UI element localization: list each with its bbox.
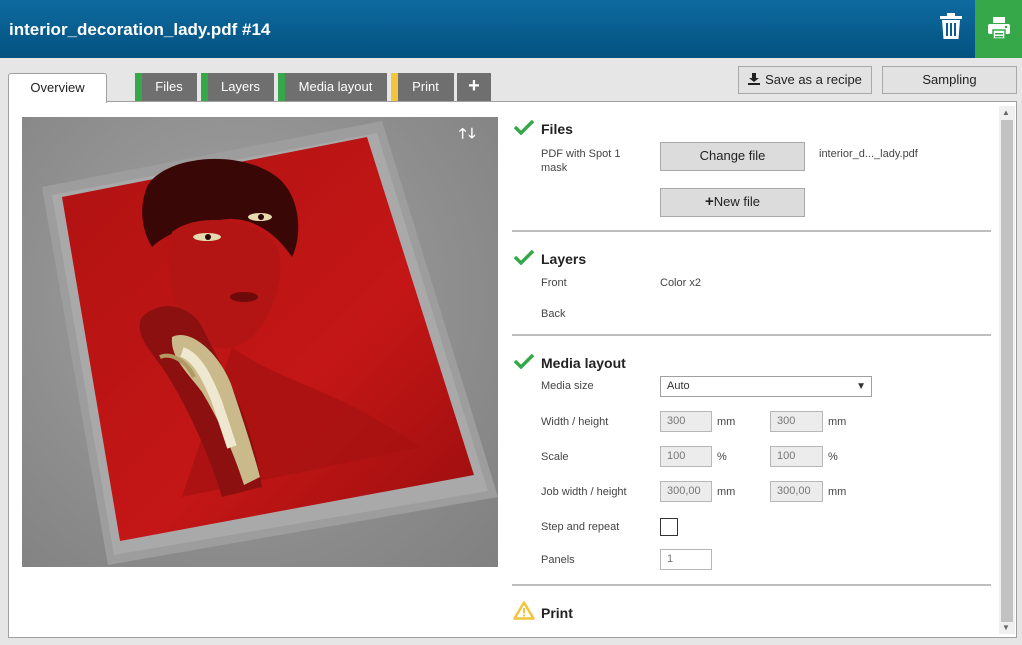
width-height-label: Width / height [541,416,609,428]
divider [512,230,991,232]
file-name: interior_d..._lady.pdf [819,148,918,160]
files-section-title: Files [541,121,573,137]
print-section-title: Print [541,605,573,621]
panels-field[interactable]: 1 [660,549,712,570]
printer-icon [988,17,1010,40]
check-icon [514,249,534,265]
step-repeat-label: Step and repeat [541,521,620,533]
plus-icon: + [468,75,480,97]
scale-x-field[interactable]: 100 [660,446,712,467]
print-preview [22,117,498,567]
job-height-field[interactable]: 300,00 [770,481,823,502]
new-file-label: New file [713,194,760,209]
trash-icon[interactable] [939,12,967,42]
scroll-down-icon[interactable]: ▼ [1002,623,1010,632]
status-stripe [135,73,142,101]
tab-files[interactable]: Files [135,73,197,101]
tab-label: Layers [220,79,261,94]
tab-overview[interactable]: Overview [8,73,107,103]
tab-print[interactable]: Print [391,73,454,101]
back-label: Back [541,308,566,320]
media-size-select[interactable]: Auto ▼ [660,376,872,397]
plus-icon: + [704,193,714,210]
save-recipe-button[interactable]: Save as a recipe [738,66,872,94]
panels-label: Panels [541,554,575,566]
media-layout-section-title: Media layout [541,355,626,371]
check-icon [514,353,534,369]
pdf-label: PDF with Spot 1 mask [541,148,621,174]
title-bar: interior_decoration_lady.pdf #14 [0,0,1022,58]
front-label: Front [541,277,567,289]
unit-percent: % [828,451,838,463]
job-width-height-label: Job width / height [541,486,627,498]
tab-media-layout[interactable]: Media layout [278,73,387,101]
layers-section-title: Layers [541,251,587,267]
preview-image [42,121,498,565]
new-file-button[interactable]: +New file [660,188,805,217]
unit-mm: mm [828,486,847,498]
change-file-button[interactable]: Change file [660,142,805,171]
job-title: interior_decoration_lady.pdf #14 [9,20,271,39]
status-stripe [278,73,285,101]
unit-mm: mm [828,416,847,428]
tab-label: Media layout [298,79,373,94]
add-tab-button[interactable]: + [457,73,491,101]
unit-percent: % [717,451,727,463]
warning-icon [513,601,535,620]
step-repeat-checkbox[interactable] [660,518,678,536]
divider [512,334,991,336]
scrollbar-thumb[interactable] [1001,120,1013,622]
status-stripe [201,73,208,101]
print-button[interactable] [975,0,1022,58]
scroll-up-icon[interactable]: ▲ [1002,108,1010,117]
sampling-button[interactable]: Sampling [882,66,1017,94]
status-stripe [391,73,398,101]
scale-label: Scale [541,451,569,463]
check-icon [514,119,534,135]
height-field[interactable]: 300 [770,411,823,432]
sort-arrows-icon[interactable]: 🡑🡓 [459,123,478,147]
caret-down-icon: ▼ [856,381,866,392]
tab-label: Print [412,79,439,94]
media-size-label: Media size [541,380,594,392]
front-value: Color x2 [660,277,701,289]
media-size-value: Auto [667,380,690,392]
job-width-field[interactable]: 300,00 [660,481,712,502]
tab-label: Files [155,79,183,94]
width-field[interactable]: 300 [660,411,712,432]
tab-layers[interactable]: Layers [201,73,274,101]
scale-y-field[interactable]: 100 [770,446,823,467]
unit-mm: mm [717,486,736,498]
save-recipe-label: Save as a recipe [765,72,862,87]
download-icon [748,73,761,85]
divider [512,584,991,586]
unit-mm: mm [717,416,736,428]
